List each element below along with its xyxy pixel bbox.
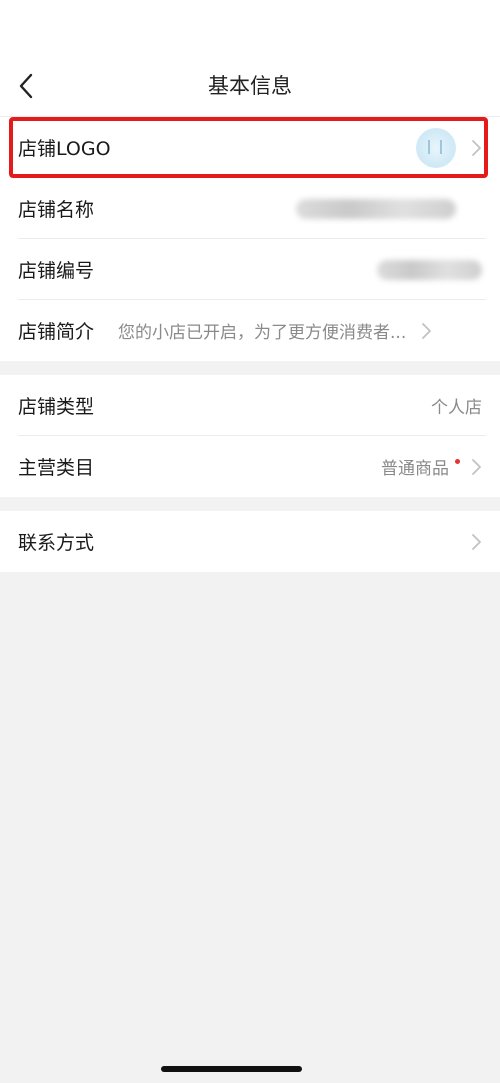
chevron-right-icon: [472, 139, 481, 156]
shop-number-value-blurred: [377, 259, 482, 280]
shop-logo-image: [416, 127, 456, 168]
new-badge-dot: [455, 459, 460, 464]
shop-type-value: 个人店: [431, 398, 482, 418]
navigation-bar: 基本信息: [0, 56, 500, 117]
shop-intro-value: 您的小店已开启，为了更方便消费者...: [118, 323, 407, 343]
shop-name-value-blurred: [296, 198, 456, 219]
section-divider: [0, 497, 500, 511]
section-divider: [0, 361, 500, 375]
shop-number-row: 店铺编号: [0, 239, 500, 300]
back-arrow-icon: [19, 73, 33, 99]
main-category-label: 主营类目: [18, 457, 95, 479]
shop-name-row[interactable]: 店铺名称: [0, 178, 500, 239]
shop-number-label: 店铺编号: [18, 260, 95, 282]
shop-type-row: 店铺类型 个人店: [0, 375, 500, 436]
shop-type-group: 店铺类型 个人店 主营类目 普通商品: [0, 375, 500, 497]
chevron-right-icon: [472, 458, 481, 475]
contact-row[interactable]: 联系方式: [0, 511, 500, 572]
shop-intro-label: 店铺简介: [18, 321, 95, 343]
chevron-right-icon: [422, 322, 432, 339]
back-button[interactable]: [18, 68, 58, 104]
shop-name-label: 店铺名称: [18, 199, 95, 221]
shop-logo-label: 店铺LOGO: [18, 138, 111, 160]
chevron-right-icon: [472, 533, 481, 550]
status-bar: [0, 0, 500, 56]
page-title: 基本信息: [208, 74, 292, 98]
shop-intro-row[interactable]: 店铺简介 您的小店已开启，为了更方便消费者...: [0, 300, 500, 361]
shop-info-group: 店铺LOGO 店铺名称 店铺编号 店铺简介 您的小店已开启，为了更方便消费者..…: [0, 117, 500, 361]
contact-label: 联系方式: [18, 532, 95, 554]
shop-logo-row[interactable]: 店铺LOGO: [0, 117, 500, 178]
contact-group: 联系方式: [0, 511, 500, 572]
home-indicator[interactable]: [161, 1066, 302, 1072]
shop-type-label: 店铺类型: [18, 396, 95, 418]
main-category-row[interactable]: 主营类目 普通商品: [0, 436, 500, 497]
main-category-value: 普通商品: [381, 459, 449, 479]
